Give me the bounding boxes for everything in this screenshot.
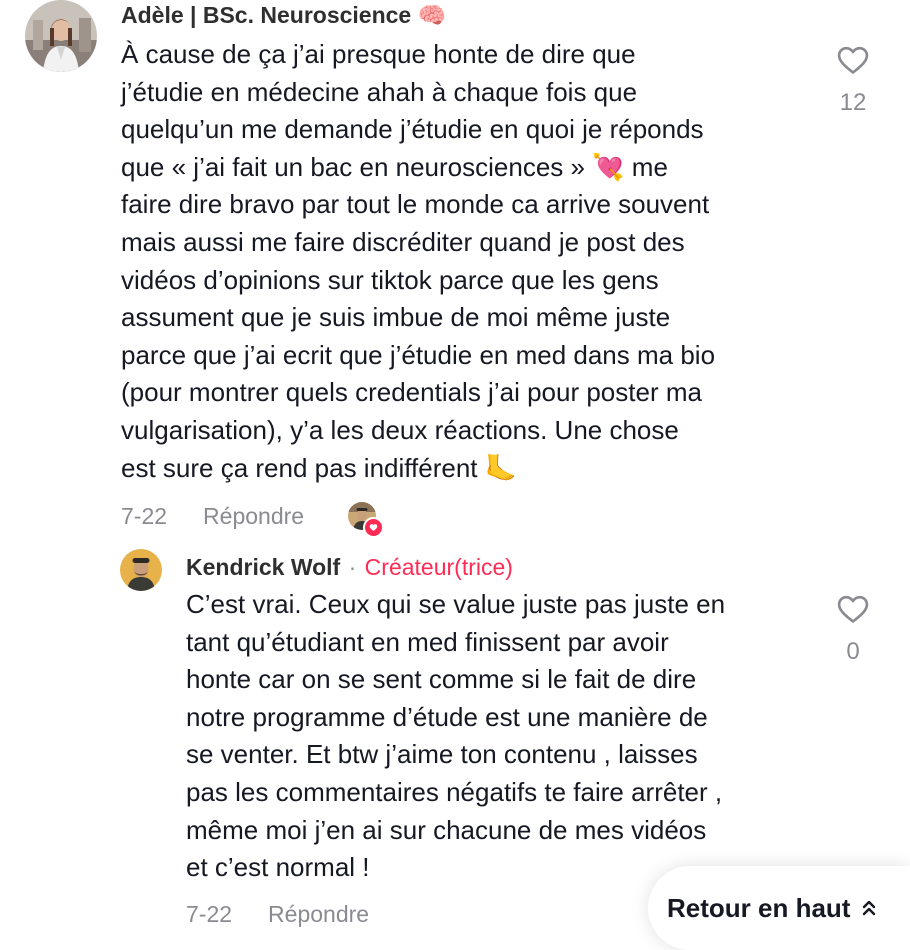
like-count: 0 xyxy=(846,638,860,665)
comment-thread: Adèle | BSc. Neuroscience 🧠 À cause de ç… xyxy=(0,0,910,950)
double-chevron-up-icon xyxy=(863,900,876,916)
heart-badge-icon xyxy=(363,517,384,538)
like-count: 12 xyxy=(839,89,867,116)
reply-username: Kendrick Wolf · Créateur(trice) xyxy=(186,554,513,581)
reply-button[interactable]: Répondre xyxy=(268,901,369,927)
reply-username-text[interactable]: Kendrick Wolf xyxy=(186,554,340,580)
heart-outline-icon[interactable] xyxy=(836,593,870,625)
liked-by-creator-badge xyxy=(348,502,384,538)
avatar[interactable] xyxy=(120,549,162,591)
heart-outline-icon[interactable] xyxy=(836,44,870,76)
reply-text: C’est vrai. Ceux qui se value juste pas … xyxy=(186,589,726,883)
reply-date: 7-22 xyxy=(186,901,233,927)
reply-meta: 7-22 Répondre xyxy=(186,901,369,928)
comment-date: 7-22 xyxy=(121,503,168,529)
avatar[interactable] xyxy=(25,0,97,72)
back-to-top-label: Retour en haut xyxy=(667,892,851,923)
back-to-top-button[interactable]: Retour en haut xyxy=(648,866,910,950)
reply-button[interactable]: Répondre xyxy=(203,503,304,529)
separator-dot: · xyxy=(348,554,357,580)
like-button[interactable]: 12 xyxy=(828,44,878,117)
comment-meta: 7-22 Répondre xyxy=(121,503,304,530)
creator-label: Créateur(trice) xyxy=(364,554,513,580)
comment-username[interactable]: Adèle | BSc. Neuroscience 🧠 xyxy=(121,2,446,29)
like-button[interactable]: 0 xyxy=(828,593,878,666)
comment-text: À cause de ça j’ai presque honte de dire… xyxy=(121,39,716,483)
